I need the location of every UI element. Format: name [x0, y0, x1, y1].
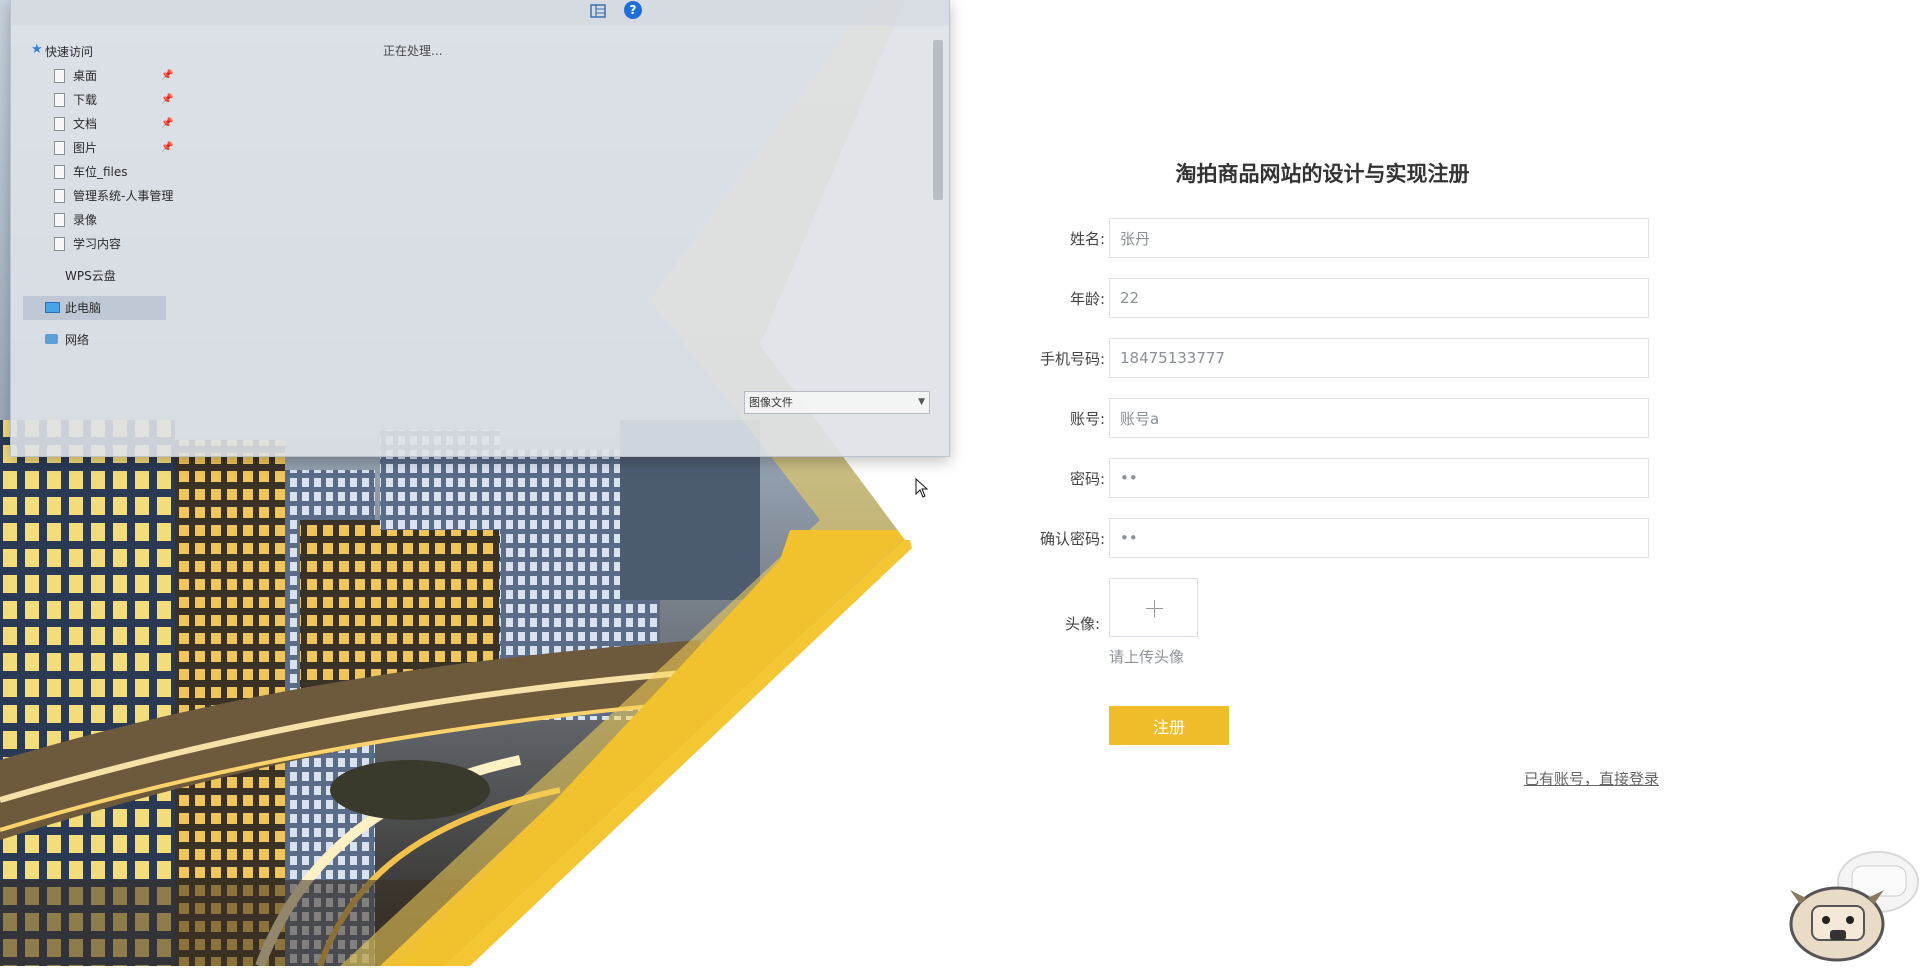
account-input[interactable] [1109, 398, 1649, 438]
name-label: 姓名: [1069, 230, 1105, 248]
age-label: 年龄: [1069, 290, 1105, 308]
page-title: 淘拍商品网站的设计与实现注册 [1175, 162, 1470, 186]
dialog-nav-pane: ★ 快速访问 桌面 📌 下载 📌 文档 📌 图片 📌 车位_files 管理系统… [21, 40, 181, 352]
nav-item-downloads[interactable]: 下载 📌 [21, 88, 181, 112]
network-icon [45, 334, 58, 344]
file-icon [54, 189, 65, 203]
password-input[interactable] [1109, 458, 1649, 498]
avatar-upload-button[interactable] [1109, 578, 1198, 637]
dialog-status-text: 正在处理... [383, 44, 443, 58]
file-icon [54, 165, 65, 179]
nav-item-this-pc[interactable]: 此电脑 [21, 296, 181, 320]
pin-icon: 📌 [161, 142, 174, 153]
file-icon [54, 213, 65, 227]
view-mode-icon[interactable] [589, 2, 607, 20]
chevron-down-icon: ▼ [918, 397, 925, 407]
star-icon: ★ [31, 42, 43, 57]
mouse-cursor-icon [915, 477, 929, 502]
file-open-dialog: ? ★ 快速访问 桌面 📌 下载 📌 文档 📌 图片 📌 车位_files 管理… [10, 0, 950, 457]
age-input[interactable] [1109, 278, 1649, 318]
cloud-icon [35, 270, 47, 280]
file-icon [54, 237, 65, 251]
password-label: 密码: [1069, 470, 1105, 488]
mascot-dog-icon [1782, 846, 1920, 970]
password-row: 密码: [1000, 458, 1650, 498]
register-button[interactable]: 注册 [1109, 706, 1229, 745]
nav-item-pictures[interactable]: 图片 📌 [21, 136, 181, 160]
file-icon [54, 141, 65, 155]
file-icon [54, 93, 65, 107]
account-row: 账号: [1000, 398, 1650, 438]
name-row: 姓名: [1000, 218, 1650, 258]
phone-input[interactable] [1109, 338, 1649, 378]
help-icon[interactable]: ? [624, 1, 642, 19]
confirm-password-input[interactable] [1109, 518, 1649, 558]
nav-item-hr-system[interactable]: 管理系统-人事管理 [21, 184, 181, 208]
file-icon [54, 69, 65, 83]
nav-item-folder-files[interactable]: 车位_files [21, 160, 181, 184]
file-type-value: 图像文件 [749, 396, 793, 409]
nav-item-quick-access[interactable]: ★ 快速访问 [31, 40, 181, 64]
name-input[interactable] [1109, 218, 1649, 258]
file-icon [54, 117, 65, 131]
pin-icon: 📌 [161, 70, 174, 81]
avatar-label: 头像: [1064, 615, 1100, 633]
file-type-select[interactable]: 图像文件 ▼ [744, 391, 930, 414]
phone-row: 手机号码: [1000, 338, 1650, 378]
pin-icon: 📌 [161, 94, 174, 105]
nav-item-wps-cloud[interactable]: WPS云盘 [21, 264, 181, 288]
plus-icon [1154, 600, 1155, 617]
nav-item-desktop[interactable]: 桌面 📌 [21, 64, 181, 88]
confirm-password-row: 确认密码: [1000, 518, 1650, 558]
confirm-password-label: 确认密码: [1039, 530, 1105, 548]
nav-item-network[interactable]: 网络 [21, 328, 181, 352]
pin-icon: 📌 [161, 118, 174, 129]
phone-label: 手机号码: [1039, 350, 1105, 368]
age-row: 年龄: [1000, 278, 1650, 318]
dialog-toolbar [11, 0, 949, 26]
login-link[interactable]: 已有账号，直接登录 [1524, 768, 1659, 789]
dialog-scrollbar[interactable] [933, 40, 943, 200]
account-label: 账号: [1069, 410, 1105, 428]
nav-item-documents[interactable]: 文档 📌 [21, 112, 181, 136]
nav-item-recordings[interactable]: 录像 [21, 208, 181, 232]
nav-item-study[interactable]: 学习内容 [21, 232, 181, 256]
computer-icon [45, 302, 60, 313]
avatar-hint: 请上传头像 [1109, 648, 1185, 666]
